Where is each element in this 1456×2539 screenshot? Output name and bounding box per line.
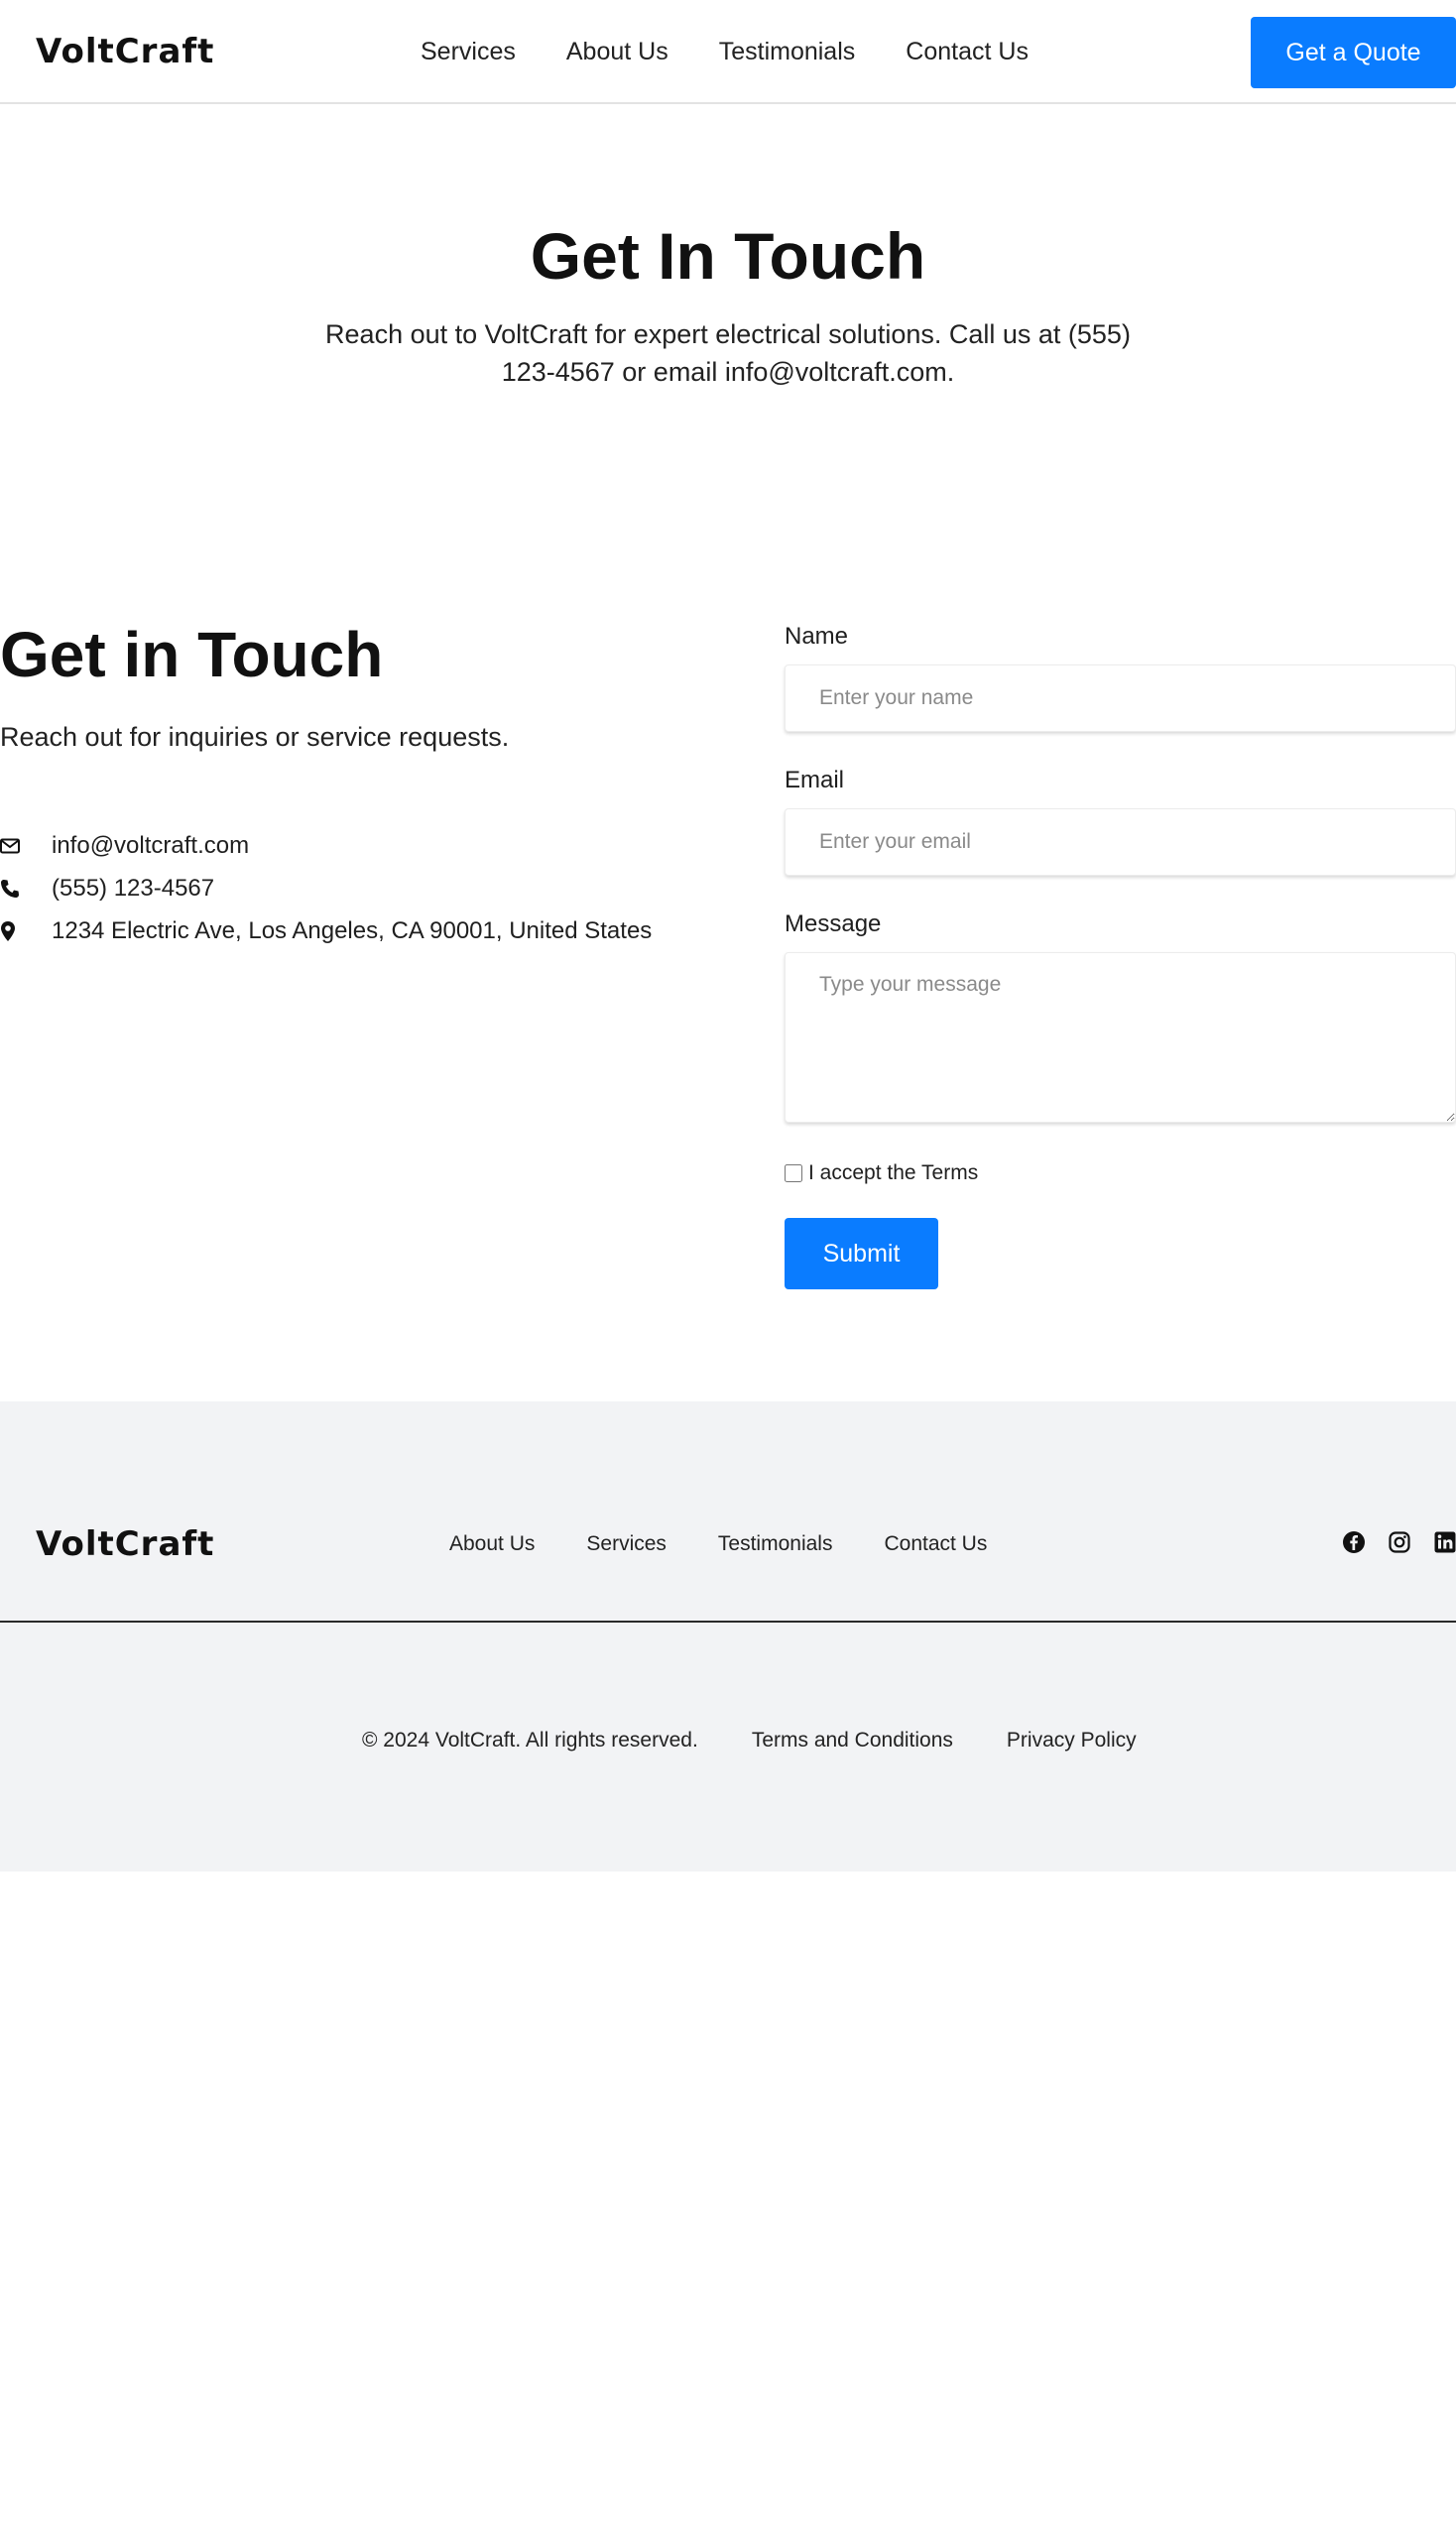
copyright-text: © 2024 VoltCraft. All rights reserved. <box>362 1729 698 1752</box>
contact-info-phone: (555) 123-4567 <box>0 867 734 909</box>
get-a-quote-button[interactable]: Get a Quote <box>1251 17 1456 88</box>
social-links <box>1342 1530 1456 1554</box>
main-nav: Services About Us Testimonials Contact U… <box>421 32 1029 71</box>
footer-nav-contact-us[interactable]: Contact Us <box>884 1528 987 1560</box>
nav-services[interactable]: Services <box>421 32 516 71</box>
message-textarea[interactable] <box>785 952 1456 1123</box>
contact-subtitle: Reach out for inquiries or service reque… <box>0 722 510 752</box>
terms-checkbox[interactable] <box>785 1164 802 1182</box>
contact-info-address: 1234 Electric Ave, Los Angeles, CA 90001… <box>0 909 734 952</box>
name-input[interactable] <box>785 665 1456 732</box>
footer-logo[interactable]: VoltCraft <box>36 1522 214 1566</box>
terms-label[interactable]: I accept the Terms <box>808 1158 978 1188</box>
submit-button[interactable]: Submit <box>785 1218 938 1289</box>
email-label: Email <box>785 767 845 793</box>
message-label: Message <box>785 910 882 937</box>
envelope-icon <box>0 835 52 857</box>
hero-title: Get In Touch <box>530 219 926 293</box>
footer-nav-testimonials[interactable]: Testimonials <box>718 1528 833 1560</box>
nav-contact-us[interactable]: Contact Us <box>906 32 1029 71</box>
logo[interactable]: VoltCraft <box>36 30 214 73</box>
footer-legal-row: © 2024 VoltCraft. All rights reserved. T… <box>362 1725 1137 1756</box>
contact-address-text: 1234 Electric Ave, Los Angeles, CA 90001… <box>52 916 653 944</box>
privacy-link[interactable]: Privacy Policy <box>1007 1725 1137 1756</box>
contact-title: Get in Touch <box>0 619 384 690</box>
footer-nav-services[interactable]: Services <box>586 1528 667 1560</box>
nav-about-us[interactable]: About Us <box>566 32 668 71</box>
footer-top: VoltCraft About Us Services Testimonials… <box>0 1401 1456 1623</box>
nav-testimonials[interactable]: Testimonials <box>719 32 856 71</box>
page: VoltCraft Services About Us Testimonials… <box>0 0 1456 2539</box>
map-pin-icon <box>0 920 52 942</box>
contact-email-text[interactable]: info@voltcraft.com <box>52 829 249 863</box>
terms-row: I accept the Terms <box>785 1158 978 1188</box>
footer-nav-about-us[interactable]: About Us <box>449 1528 535 1560</box>
footer-bottom: © 2024 VoltCraft. All rights reserved. T… <box>0 1623 1456 1872</box>
email-input[interactable] <box>785 808 1456 876</box>
terms-link[interactable]: Terms and Conditions <box>752 1725 953 1756</box>
footer-nav: About Us Services Testimonials Contact U… <box>449 1528 987 1560</box>
contact-info-list: info@voltcraft.com (555) 123-4567 1234 E… <box>0 824 734 952</box>
contact-info-email: info@voltcraft.com <box>0 824 734 867</box>
instagram-icon[interactable] <box>1388 1530 1411 1554</box>
phone-icon <box>0 878 52 900</box>
hero-subtitle: Reach out to VoltCraft for expert electr… <box>325 319 1131 387</box>
facebook-icon[interactable] <box>1342 1530 1366 1554</box>
linkedin-icon[interactable] <box>1433 1530 1456 1554</box>
contact-phone-text[interactable]: (555) 123-4567 <box>52 872 214 906</box>
name-label: Name <box>785 623 849 650</box>
site-header: VoltCraft Services About Us Testimonials… <box>0 0 1456 104</box>
